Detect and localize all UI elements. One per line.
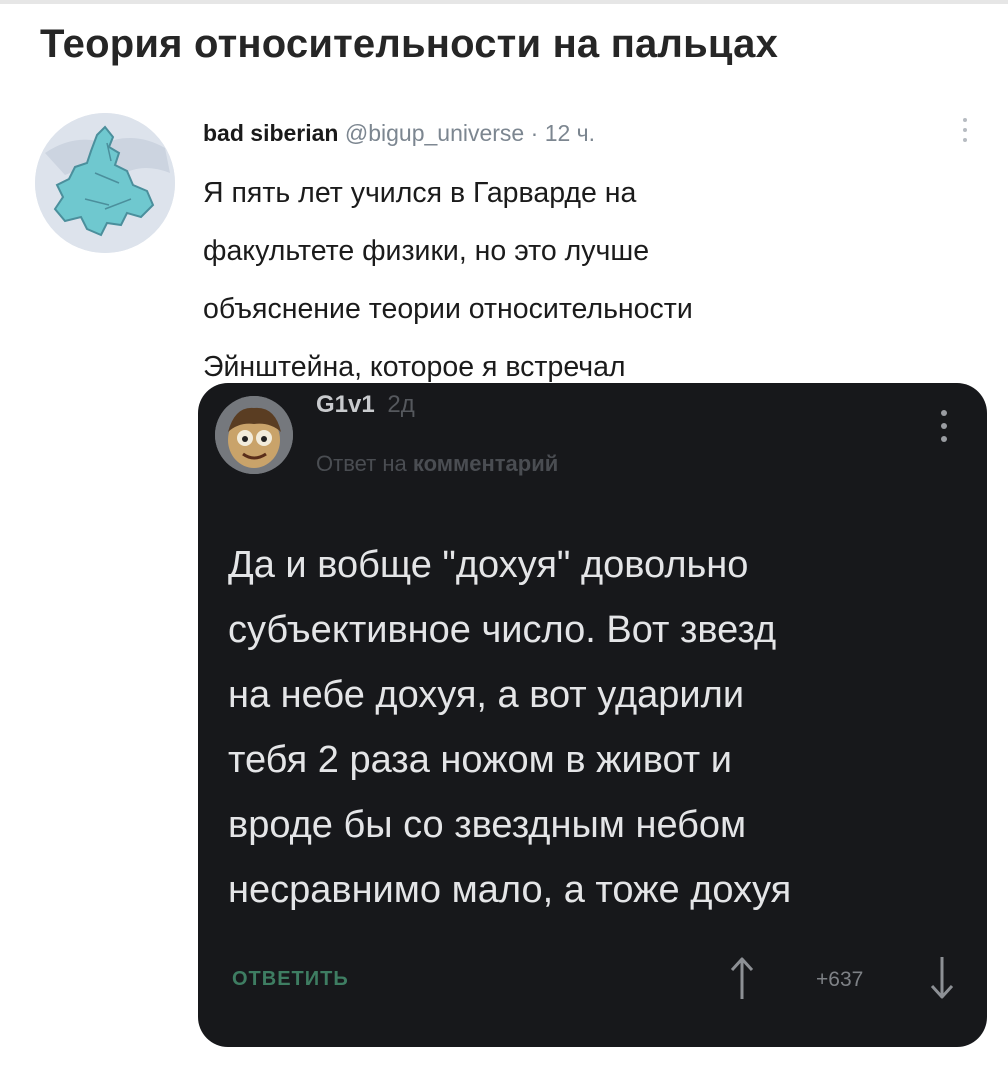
comment-body-line: тебя 2 раза ножом в живот и [228, 739, 732, 781]
comment-body-line: субъективное число. Вот звезд [228, 609, 777, 651]
siberia-map-icon [35, 113, 175, 253]
upvote-arrow-icon [730, 957, 754, 999]
top-divider [0, 0, 1008, 4]
tweet-text: Я пять лет учился в Гарварде на факульте… [203, 164, 943, 396]
comment-more-icon [940, 410, 948, 442]
page-title: Теория относительности на пальцах [40, 22, 779, 66]
comment-body-line: несравнимо мало, а тоже дохуя [228, 869, 792, 911]
tweet-header: bad siberian @bigup_universe · 12 ч. [203, 120, 595, 147]
author-name[interactable]: bad siberian [203, 120, 338, 146]
comment-body: Да и вобще "дохуя" довольно субъективное… [228, 533, 968, 923]
tweet-text-line: факультете физики, но это лучше [203, 235, 650, 267]
downvote-arrow-icon [930, 957, 954, 999]
commenter-avatar [215, 396, 293, 474]
reply-context: Ответ на комментарий [316, 451, 558, 477]
more-vertical-icon[interactable] [960, 118, 970, 142]
embedded-comment-card[interactable]: G1v1 2д Ответ на комментарий Да и вобще … [198, 383, 987, 1047]
tweet-text-line: объяснение теории относительности [203, 293, 693, 325]
cartoon-face-icon [215, 396, 293, 474]
comment-body-line: вроде бы со звездным небом [228, 804, 747, 846]
author-handle[interactable]: @bigup_universe [345, 120, 524, 146]
header-separator: · [530, 120, 539, 146]
comment-body-line: на небе дохуя, а вот ударили [228, 674, 745, 716]
tweet-time[interactable]: 12 ч. [545, 120, 595, 146]
comment-body-line: Да и вобще "дохуя" довольно [228, 544, 749, 586]
comment-age: 2д [387, 391, 415, 418]
reply-target: комментарий [412, 451, 559, 476]
commenter-line: G1v1 2д [316, 391, 415, 419]
comment-score: +637 [816, 968, 864, 991]
commenter-username: G1v1 [316, 391, 375, 418]
tweet-text-line: Я пять лет учился в Гарварде на [203, 177, 637, 209]
author-avatar[interactable] [35, 113, 175, 253]
reply-button: ОТВЕТИТЬ [232, 968, 349, 990]
reply-prefix: Ответ на [316, 451, 407, 476]
screenshot-page: Теория относительности на пальцах bad si… [0, 0, 1008, 1080]
